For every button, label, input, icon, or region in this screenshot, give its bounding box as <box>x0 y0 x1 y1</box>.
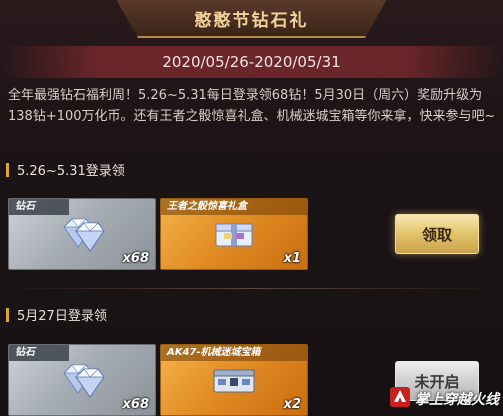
date-bar: 2020/05/26-2020/05/31 <box>0 46 503 78</box>
reward-label: 王者之骰惊喜礼盒 <box>161 199 307 215</box>
event-page: 憨憨节钻石礼 2020/05/26-2020/05/31 全年最强钻石福利周！5… <box>0 0 503 416</box>
section-title-text: 5.26~5.31登录领 <box>17 164 125 179</box>
app-logo: 掌上穿越火线 <box>389 386 499 412</box>
section-title-2: 5月27日登录领 <box>6 305 107 324</box>
diamond-icon <box>54 211 110 259</box>
reward-card-diamond: 钻石 x68 <box>8 344 156 416</box>
gift-box-icon <box>210 216 258 254</box>
section-title-1: 5.26~5.31登录领 <box>6 160 125 179</box>
section-marker <box>6 162 9 177</box>
reward-card-treasure-box: AK47-机械迷城宝箱 x2 <box>160 344 308 416</box>
app-logo-text: 掌上穿越火线 <box>415 392 499 408</box>
reward-count: x68 <box>122 251 149 266</box>
reward-count: x1 <box>283 251 301 266</box>
title-banner: 憨憨节钻石礼 <box>116 0 387 38</box>
reward-count: x68 <box>122 397 149 412</box>
claim-button[interactable]: 领取 <box>395 214 479 254</box>
title-banner-wrap: 憨憨节钻石礼 <box>0 0 503 42</box>
reward-card-diamond: 钻石 x68 <box>8 198 156 270</box>
diamond-icon <box>54 357 110 405</box>
page-title: 憨憨节钻石礼 <box>194 10 309 31</box>
event-description: 全年最强钻石福利周！5.26~5.31每日登录领68钻！5月30日（周六）奖励升… <box>8 88 496 124</box>
section-title-text: 5月27日登录领 <box>17 309 107 324</box>
reward-card-gift-box: 王者之骰惊喜礼盒 x1 <box>160 198 308 270</box>
reward-label: AK47-机械迷城宝箱 <box>161 345 307 361</box>
crossfire-logo-icon <box>389 386 411 412</box>
reward-count: x2 <box>283 397 301 412</box>
treasure-box-icon <box>210 362 258 400</box>
section-marker <box>6 307 9 322</box>
section-divider <box>0 288 503 289</box>
event-date-range: 2020/05/26-2020/05/31 <box>162 53 341 71</box>
